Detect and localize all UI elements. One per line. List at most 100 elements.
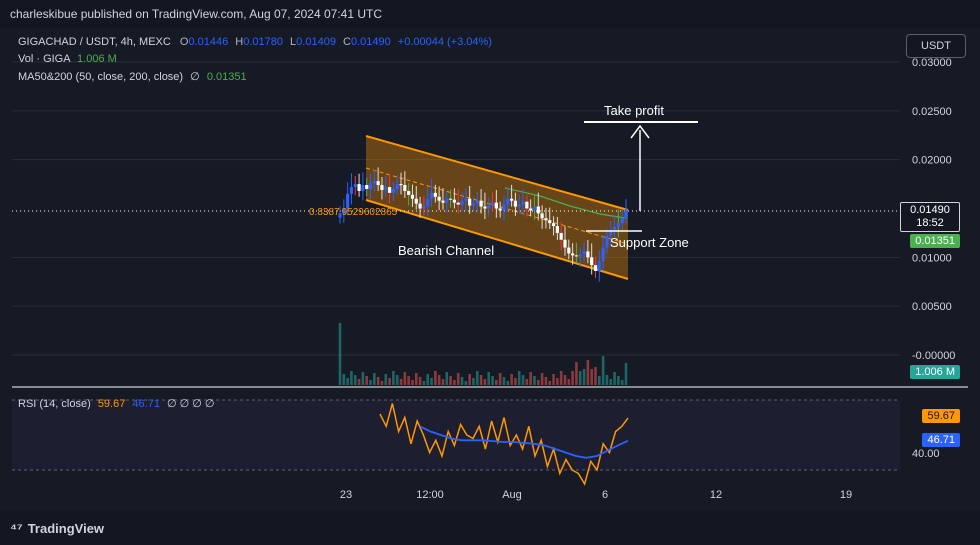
price-chart-svg[interactable]: Support Zone Take profit Bearish Channel… <box>0 28 980 510</box>
candle-body <box>536 206 540 214</box>
volume-bar <box>460 377 464 385</box>
volume-bar <box>594 367 597 385</box>
volume-bar <box>376 377 380 385</box>
rsi-label[interactable]: RSI (14, close) <box>18 398 91 410</box>
volume-bar <box>464 381 468 385</box>
volume-bar <box>536 380 540 385</box>
price-tick-label: 0.02000 <box>912 155 952 167</box>
c-label: C <box>343 36 351 48</box>
volume-bar <box>395 375 399 385</box>
candle-body <box>490 202 495 206</box>
legend-ma: MA50&200 (50, close, 200, close) ∅ 0.013… <box>18 70 247 83</box>
currency-button[interactable]: USDT <box>906 34 966 58</box>
volume-bar <box>483 379 487 385</box>
rsi-badge: 59.67 <box>922 409 960 423</box>
volume-bar <box>567 379 571 385</box>
volume-bar <box>544 377 548 385</box>
volume-bar <box>434 371 437 385</box>
candle-body <box>525 201 529 209</box>
o-value: 0.01446 <box>188 36 229 48</box>
volume-bars <box>338 323 628 385</box>
volume-bar <box>571 371 574 385</box>
volume-bar <box>479 375 483 385</box>
candle-body <box>460 200 464 205</box>
volume-bar <box>437 375 441 385</box>
time-tick-label: 6 <box>602 489 608 501</box>
volume-bar <box>552 374 555 385</box>
rsi-null-icons: ∅ ∅ ∅ ∅ <box>167 398 215 410</box>
candle-body <box>468 198 472 206</box>
candle-body <box>620 218 624 224</box>
candle-body <box>407 190 411 195</box>
volume-bar <box>609 379 613 385</box>
ma-label[interactable]: MA50&200 (50, close, 200, close) <box>18 71 183 83</box>
time-tick-label: 12:00 <box>416 489 444 501</box>
price-tick-label: 0.01000 <box>912 252 952 264</box>
volume-bar <box>575 362 578 385</box>
volume-bar <box>338 323 342 385</box>
volume-bar <box>617 376 620 385</box>
tradingview-logo-icon: ⁴⁷ <box>10 520 23 536</box>
tradingview-brand: TradingView <box>27 520 105 536</box>
candle-body <box>426 198 430 206</box>
volume-bar <box>388 378 391 385</box>
candle-body <box>517 204 521 207</box>
volume-bar <box>399 379 403 385</box>
candle-body <box>357 184 361 191</box>
volume-bar <box>548 381 552 385</box>
candle-body <box>410 194 415 199</box>
candle-body <box>414 198 418 204</box>
candle-body <box>494 202 498 209</box>
fib-label: 0.8387 9529602865 <box>309 207 398 218</box>
candle-body <box>578 254 582 257</box>
volume-bar <box>563 375 567 385</box>
candle-body <box>506 198 510 205</box>
tradingview-logo[interactable]: ⁴⁷ TradingView <box>10 520 104 536</box>
legend-volume: Vol · GIGA 1.006 M <box>18 53 117 65</box>
candle-body <box>380 185 384 190</box>
ma-value: 0.01351 <box>206 71 247 83</box>
c-value: 0.01490 <box>350 36 391 48</box>
candle-body <box>597 261 601 272</box>
volume-bar <box>620 380 624 385</box>
time-tick-label: 12 <box>710 489 722 501</box>
chart-area[interactable]: Support Zone Take profit Bearish Channel… <box>0 28 980 510</box>
candle-body <box>487 205 491 209</box>
volume-bar <box>350 371 353 385</box>
candle-body <box>349 187 354 194</box>
time-tick-label: 23 <box>340 489 352 501</box>
volume-bar <box>441 379 445 385</box>
bottom-bar: ⁴⁷ TradingView <box>0 510 980 545</box>
volume-bar <box>529 372 532 385</box>
rsi-axis-tick: 40.00 <box>912 448 940 460</box>
candle-body <box>448 198 453 200</box>
volume-bar <box>445 372 449 385</box>
candle-body <box>532 206 537 211</box>
candle-body <box>555 226 559 233</box>
candle-body <box>433 192 437 197</box>
volume-bar <box>472 378 475 385</box>
candle-body <box>586 251 590 258</box>
candle-body <box>372 181 376 184</box>
rsi-value: 59.67 <box>97 398 126 410</box>
candle-body <box>582 251 586 255</box>
price-tick-label: 0.00500 <box>912 301 952 313</box>
volume-bar <box>525 379 529 385</box>
candle-body <box>445 198 449 203</box>
candle-body <box>391 188 395 193</box>
vol-label[interactable]: Vol · GIGA <box>18 53 70 65</box>
volume-bar <box>449 376 452 385</box>
support-zone-label: Support Zone <box>610 235 689 250</box>
volume-bar <box>598 376 601 385</box>
volume-bar <box>384 374 388 385</box>
candle-body <box>574 255 579 257</box>
volume-bar <box>498 373 502 385</box>
volume-badge: 1.006 M <box>910 365 960 379</box>
published-info: charleskibue published on TradingView.co… <box>10 7 383 21</box>
rsi-band <box>12 400 900 470</box>
symbol-label[interactable]: GIGACHAD / USDT, 4h, MEXC <box>18 36 171 48</box>
time-tick-label: Aug <box>502 489 522 501</box>
candle-body <box>590 257 594 266</box>
volume-bar <box>601 356 605 385</box>
volume-bar <box>414 373 418 385</box>
